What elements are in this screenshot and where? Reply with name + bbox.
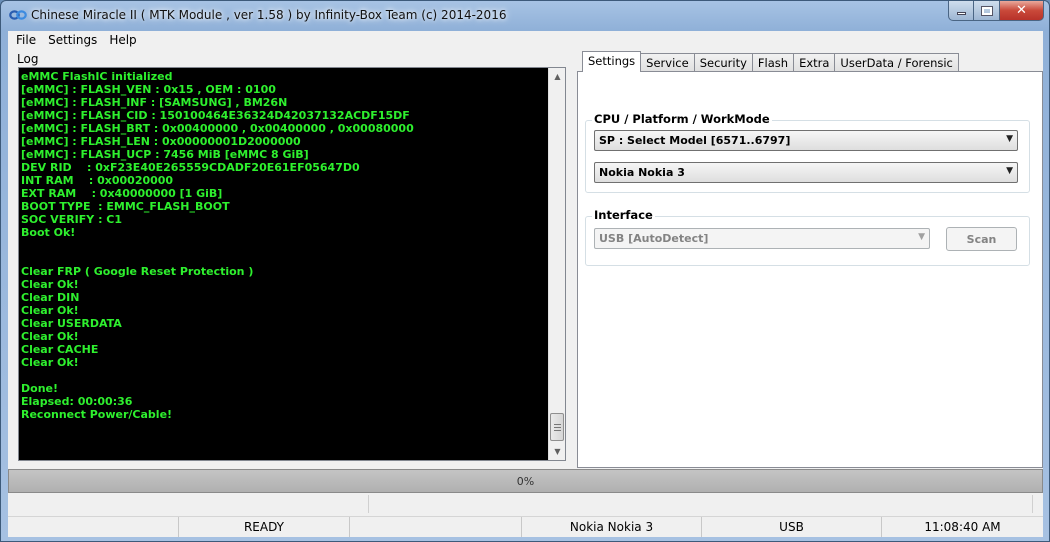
menu-file[interactable]: File [10,31,42,50]
platform-select-value: SP : Select Model [6571..6797] [599,134,791,147]
scroll-down-arrow-icon[interactable]: ▼ [549,443,566,460]
log-line: Reconnect Power/Cable! [21,408,173,421]
status-bar: READY Nokia Nokia 3 USB 11:08:40 AM [8,516,1043,537]
app-window: Chinese Miracle II ( MTK Module , ver 1.… [0,0,1050,542]
log-line: EXT RAM : 0x40000000 [1 GiB] [21,187,223,200]
log-line: Clear Ok! [21,304,79,317]
model-select[interactable]: Nokia Nokia 3 ▼ [594,162,1018,183]
maximize-icon [980,5,993,16]
menu-settings[interactable]: Settings [42,31,103,50]
log-line: [eMMC] : FLASH_UCP : 7456 MiB [eMMC 8 Gi… [21,148,309,161]
log-line: SOC VERIFY : C1 [21,213,123,226]
log-line: Clear Ok! [21,278,79,291]
chevron-down-icon: ▼ [918,232,925,242]
scroll-thumb[interactable] [550,413,564,441]
progress-text: 0% [516,474,535,488]
tab-security[interactable]: Security [693,53,753,72]
status-interface: USB [702,517,882,537]
window-title: Chinese Miracle II ( MTK Module , ver 1.… [31,8,507,22]
settings-tab-page: CPU / Platform / WorkMode SP : Select Mo… [577,71,1043,468]
platform-select[interactable]: SP : Select Model [6571..6797] ▼ [594,130,1018,151]
status-model: Nokia Nokia 3 [522,517,702,537]
title-bar[interactable]: Chinese Miracle II ( MTK Module , ver 1.… [1,1,1049,31]
log-text[interactable]: eMMC FlashIC initialized [eMMC] : FLASH_V… [21,70,547,458]
grip-line [554,424,561,425]
menu-bar: File Settings Help [8,31,1043,50]
client-area: File Settings Help Log eMMC FlashIC init… [8,31,1043,537]
tab-extra[interactable]: Extra [793,53,836,72]
status-cell-empty [8,517,179,537]
chevron-down-icon: ▼ [1006,166,1013,176]
cpu-group-title: CPU / Platform / WorkMode [592,112,772,126]
status-state: READY [179,517,350,537]
tab-flash[interactable]: Flash [751,53,795,72]
tab-userdata-forensic[interactable]: UserData / Forensic [834,53,959,72]
tab-strip: Settings Service Security Flash Extra Us… [582,51,959,72]
interface-select-value: USB [AutoDetect] [599,232,709,245]
log-line: DEV RID : 0xF23E40E265559CDADF20E61EF056… [21,161,360,174]
log-line: [eMMC] : FLASH_LEN : 0x00000001D2000000 [21,135,301,148]
status-cell-empty [350,517,522,537]
log-panel[interactable]: eMMC FlashIC initialized [eMMC] : FLASH_V… [18,67,566,461]
status-time: 11:08:40 AM [924,520,1001,534]
sub-status-bar [8,495,1043,515]
log-line: Clear USERDATA [21,317,122,330]
log-line: [eMMC] : FLASH_BRT : 0x00400000 , 0x0040… [21,122,414,135]
scan-button[interactable]: Scan [946,227,1017,251]
log-scrollbar[interactable]: ▲ ▼ [548,68,565,460]
grip-line [554,427,561,428]
minimize-icon [956,12,966,15]
grip-line [554,430,561,431]
log-line: Elapsed: 00:00:36 [21,395,133,408]
sub-status-cell [8,495,369,513]
log-line: Clear CACHE [21,343,99,356]
tab-settings[interactable]: Settings [582,51,642,72]
scroll-up-arrow-icon[interactable]: ▲ [549,68,566,85]
chevron-down-icon: ▼ [1006,134,1013,144]
log-line: eMMC FlashIC initialized [21,70,173,83]
log-line: Boot Ok! [21,226,76,239]
progress-bar: 0% [8,469,1043,493]
log-line: Clear Ok! [21,356,79,369]
interface-group: Interface USB [AutoDetect] ▼ Scan [585,208,1030,266]
menu-help[interactable]: Help [103,31,142,50]
log-line: Clear DIN [21,291,80,304]
close-icon: ✕ [1016,3,1027,18]
tab-service[interactable]: Service [640,53,695,72]
model-select-value: Nokia Nokia 3 [599,166,685,179]
close-button[interactable]: ✕ [1000,1,1044,21]
cpu-platform-group: CPU / Platform / WorkMode SP : Select Mo… [585,112,1030,193]
minimize-button[interactable] [948,1,974,21]
log-line: INT RAM : 0x00020000 [21,174,174,187]
maximize-button[interactable] [974,1,1000,21]
caption-buttons: ✕ [948,1,1044,21]
log-line: Done! [21,382,58,395]
log-label: Log [17,52,39,66]
log-line: BOOT TYPE : EMMC_FLASH_BOOT [21,200,230,213]
interface-select[interactable]: USB [AutoDetect] ▼ [594,228,930,249]
infinity-logo-icon [9,10,27,20]
log-line: [eMMC] : FLASH_VEN : 0x15 , OEM : 0100 [21,83,276,96]
log-line: [eMMC] : FLASH_INF : [SAMSUNG] , BM26N [21,96,288,109]
log-line: [eMMC] : FLASH_CID : 150100464E36324D420… [21,109,410,122]
sub-status-cell [369,495,1033,513]
interface-group-title: Interface [592,208,655,222]
log-line: Clear FRP ( Google Reset Protection ) [21,265,254,278]
log-line: Clear Ok! [21,330,79,343]
